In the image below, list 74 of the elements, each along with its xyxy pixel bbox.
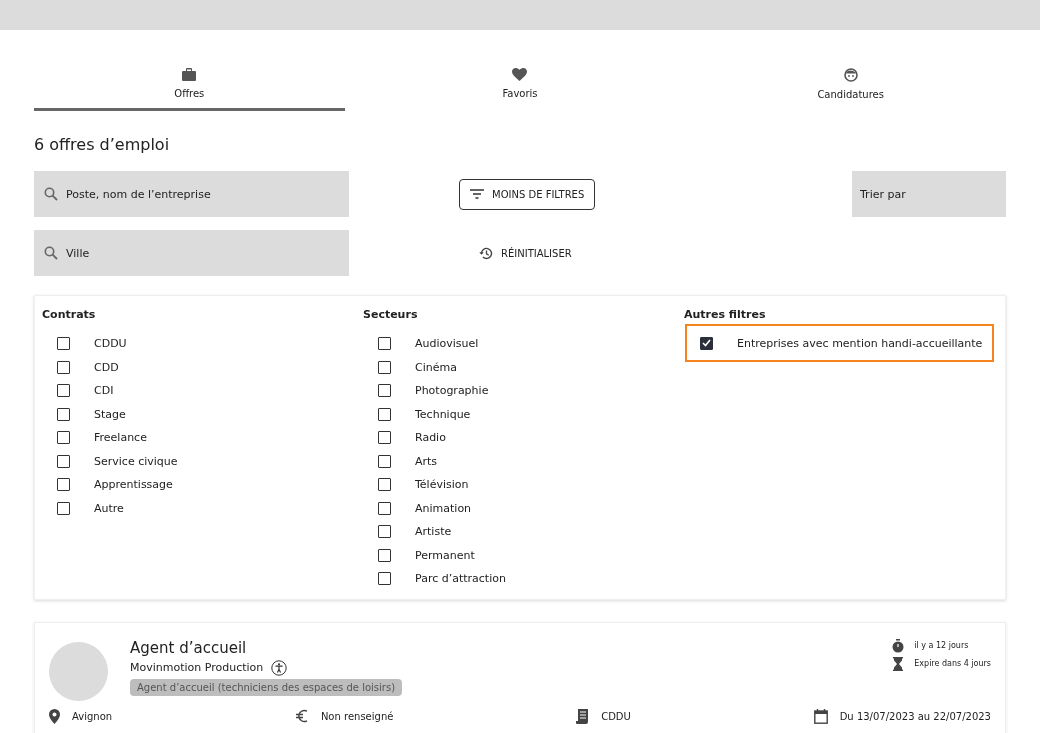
expiry-date: Expire dans 4 jours [914,659,991,668]
checkbox[interactable] [57,478,70,492]
calendar-icon [813,708,828,724]
posted-date: il y a 12 jours [914,641,969,650]
checkbox[interactable] [57,407,70,421]
checkbox[interactable] [57,337,70,351]
hourglass-icon [892,656,905,671]
heart-icon [512,68,528,81]
checkbox[interactable] [378,478,391,492]
filter-option[interactable]: Télévision [363,473,469,497]
job-title: Agent d’accueil [130,638,247,657]
filter-option[interactable]: Stage [42,402,126,426]
checkbox[interactable] [700,336,713,350]
tab[interactable]: Candidatures [695,64,1006,111]
sort-dropdown[interactable]: Trier par [852,171,1006,217]
job-location: Avignon [72,710,113,722]
filter-option[interactable]: Autre [42,496,124,520]
checkbox[interactable] [57,454,70,468]
checkbox[interactable] [378,572,391,586]
checkbox[interactable] [57,384,70,398]
briefcase-icon [182,68,197,81]
filter-option[interactable]: Freelance [42,426,147,450]
company-name: Movinmotion Production [130,661,264,674]
checkbox[interactable] [378,454,391,468]
results-title: 6 offres d’emploi [34,135,171,154]
job-dates: Du 13/07/2023 au 22/07/2023 [839,710,991,722]
filter-option[interactable]: CDDU [42,332,127,356]
checkbox[interactable] [378,407,391,421]
job-salary: Non renseigné [320,710,394,722]
filter-option[interactable]: Artiste [363,520,452,544]
filters-button[interactable]: MOINS DE FILTRES [459,178,596,210]
document-icon [576,708,590,724]
filter-group-title: Autres filtres [684,308,767,321]
filter-option[interactable]: Radio [363,426,446,450]
search-icon [44,246,58,260]
filter-option[interactable]: Technique [363,402,471,426]
checkbox[interactable] [378,501,391,515]
checkbox[interactable] [57,431,70,445]
filter-option[interactable]: Cinéma [363,355,457,379]
filter-option[interactable]: Permanent [363,543,475,567]
contract-type: CDDU [601,710,631,722]
checkbox[interactable] [378,525,391,539]
stopwatch-icon [892,638,905,653]
filter-option[interactable]: CDD [42,355,119,379]
euro-icon [294,709,309,723]
filter-option[interactable]: Audiovisuel [363,332,479,356]
tab[interactable]: Offres [34,64,345,111]
filter-option[interactable]: CDI [42,379,114,403]
filter-option[interactable]: Service civique [42,449,178,473]
filter-option[interactable]: Entreprises avec mention handi-accueillante [685,324,995,362]
job-category-tag: Agent d’accueil (techniciens des espaces de loisirs) [130,678,403,696]
search-icon [44,187,58,201]
checkbox[interactable] [378,431,391,445]
filter-option[interactable]: Parc d’attraction [363,567,506,591]
filter-option[interactable]: Apprentissage [42,473,173,497]
checkbox[interactable] [57,501,70,515]
checkbox[interactable] [378,384,391,398]
tab[interactable]: Favoris [364,64,676,111]
filter-group-title: Secteurs [363,308,419,321]
filter-option[interactable]: Arts [363,449,438,473]
checkbox[interactable] [378,548,391,562]
filter-icon [470,189,484,199]
city-field[interactable]: Ville [34,230,349,276]
search-field[interactable]: Poste, nom de l’entreprise [34,171,349,217]
job-card[interactable]: Agent d’accueil Movinmotion Production Agent d’accueil (techniciens des espaces de loisirs) il y a 12 jours Expire dans 4 jours Avignon Non renseigné CDDU Du 13/07/2023 au 22/07/2023 [34,621,1006,733]
checkbox[interactable] [378,337,391,351]
filter-option[interactable]: Photographie [363,379,489,403]
location-pin-icon [49,708,60,724]
history-icon [479,246,493,260]
checkbox[interactable] [378,360,391,374]
filter-option[interactable]: Animation [363,496,472,520]
face-icon [843,68,858,82]
filter-group-title: Contrats [42,308,97,321]
checkbox[interactable] [57,360,70,374]
